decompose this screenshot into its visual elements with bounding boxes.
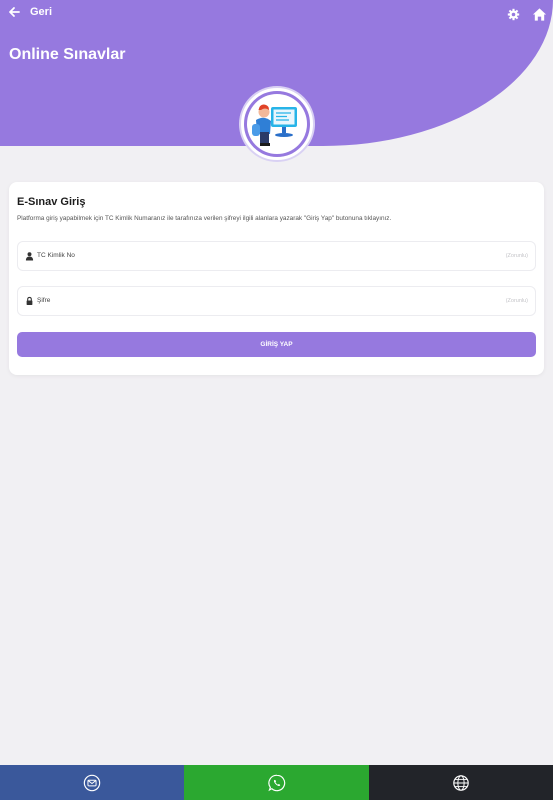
home-icon[interactable] [530, 5, 548, 23]
login-button[interactable]: GİRİŞ YAP [17, 332, 536, 357]
gear-icon[interactable] [504, 5, 522, 23]
user-icon [25, 252, 34, 261]
card-description: Platforma giriş yapabilmek için TC Kimli… [17, 215, 392, 222]
globe-icon [453, 774, 469, 791]
back-label: Geri [30, 6, 53, 18]
exam-illustration [241, 88, 313, 160]
password-placeholder: Şifre [37, 297, 51, 304]
whatsapp-icon [267, 774, 285, 791]
tc-kimlik-required-hint: (Zorunlu) [505, 253, 528, 259]
back-button[interactable]: Geri [8, 6, 52, 18]
card-title: E-Sınav Giriş [17, 196, 86, 208]
tc-kimlik-field[interactable]: TC Kimlik No (Zorunlu) [17, 241, 536, 271]
tc-kimlik-placeholder: TC Kimlik No [37, 252, 75, 259]
mail-button[interactable] [0, 765, 184, 800]
mail-icon [83, 774, 101, 791]
password-field[interactable]: Şifre (Zorunlu) [17, 286, 536, 316]
website-button[interactable] [369, 765, 553, 800]
login-card: E-Sınav Giriş Platforma giriş yapabilmek… [9, 182, 544, 375]
lock-icon [26, 296, 33, 306]
top-bar: Geri [0, 0, 553, 30]
back-arrow-icon [9, 7, 20, 17]
page-title: Online Sınavlar [9, 46, 126, 63]
bottom-contact-bar [0, 765, 553, 800]
whatsapp-button[interactable] [184, 765, 369, 800]
password-required-hint: (Zorunlu) [505, 298, 528, 304]
